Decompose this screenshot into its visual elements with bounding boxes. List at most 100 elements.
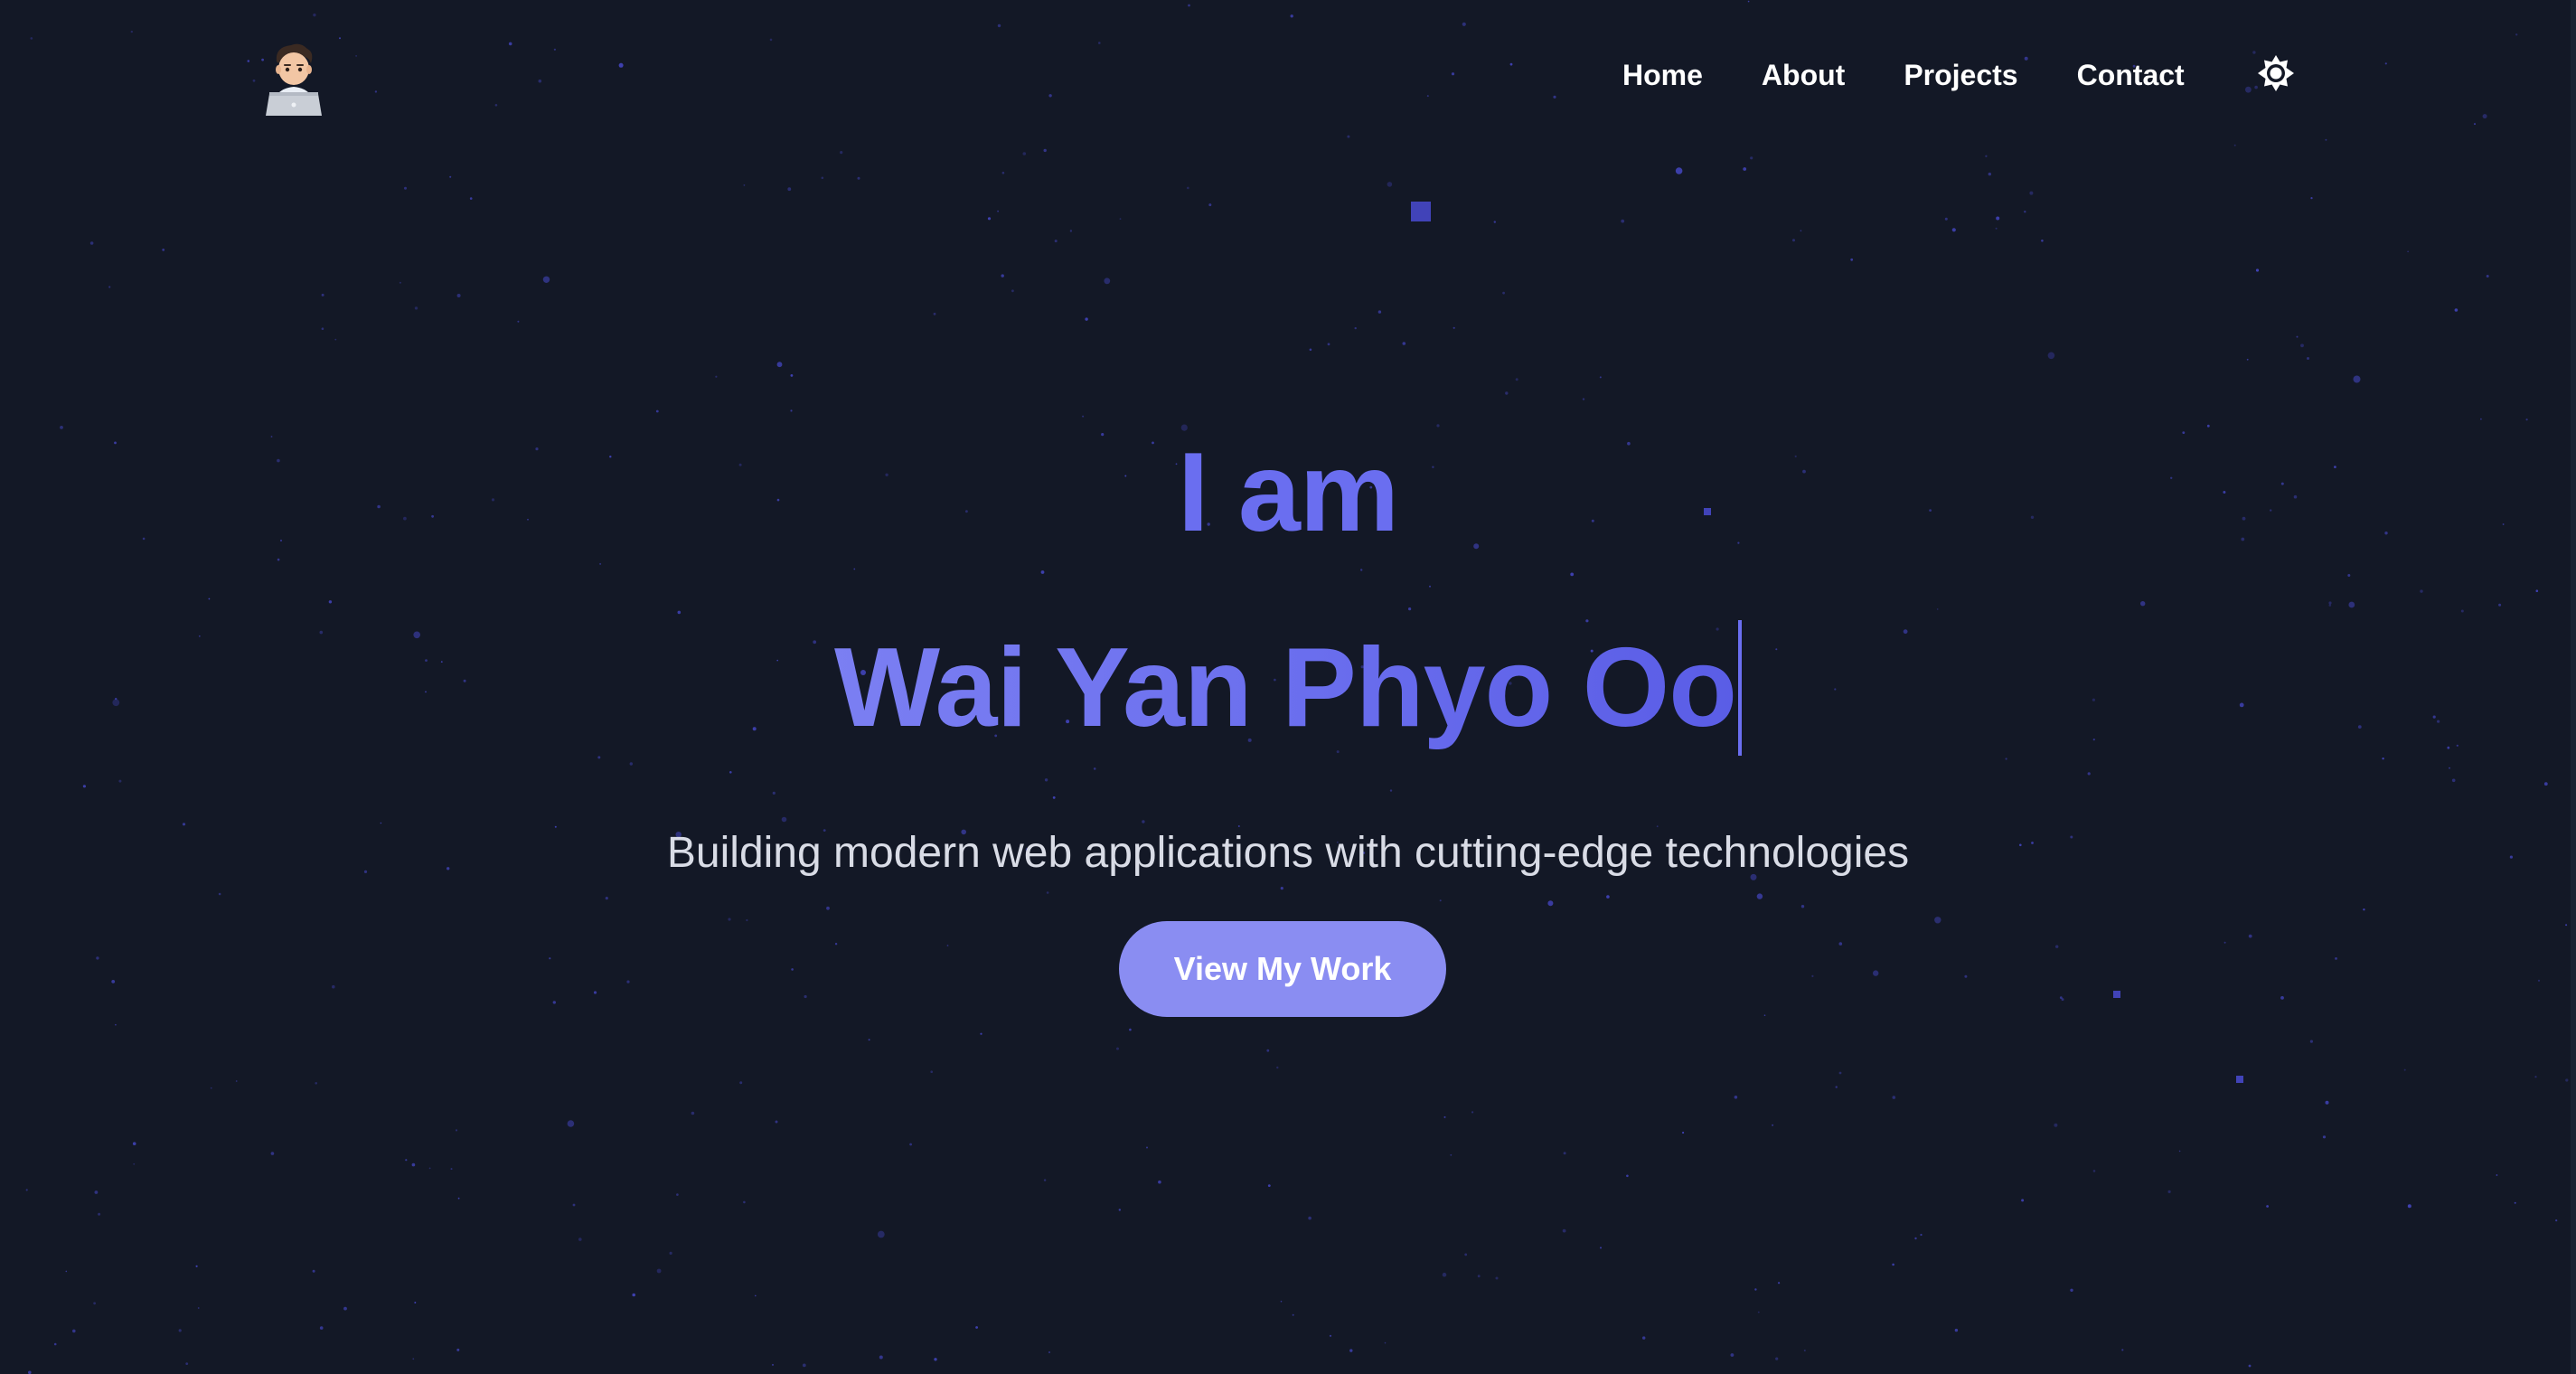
star-dot [195, 1265, 198, 1267]
star-dot [542, 276, 550, 283]
star-dot [1040, 570, 1045, 574]
star-dot [1477, 1275, 1481, 1278]
star-dot [319, 1326, 324, 1330]
star-dot [1996, 216, 2000, 221]
star-dot [2266, 1205, 2270, 1208]
star-dot [2335, 957, 2337, 960]
star-dot [343, 1306, 347, 1311]
view-my-work-button[interactable]: View My Work [1119, 921, 1446, 1017]
typing-caret [1737, 620, 1742, 756]
star-dot [82, 785, 86, 788]
star-dot [312, 1269, 315, 1273]
decorative-square [2236, 1076, 2243, 1083]
star-dot [1599, 376, 1602, 379]
memoji-laptop-avatar-icon [266, 43, 322, 116]
star-dot [2021, 1199, 2025, 1202]
star-dot [1292, 1313, 1294, 1316]
star-dot [2460, 609, 2464, 613]
star-dot [605, 897, 608, 900]
star-dot [1873, 970, 1879, 976]
star-dot [1001, 171, 1005, 174]
star-dot [775, 1120, 778, 1124]
star-dot [1267, 1184, 1271, 1187]
star-dot [2498, 603, 2502, 607]
star-dot [1054, 240, 1058, 243]
star-dot [2382, 758, 2384, 760]
star-dot [2534, 1076, 2537, 1078]
star-dot [2403, 1068, 2406, 1071]
star-dot [2248, 934, 2252, 938]
star-dot [578, 1238, 582, 1241]
star-dot [414, 1302, 417, 1303]
star-dot [987, 217, 992, 221]
star-dot [2296, 335, 2299, 338]
star-dot [1360, 569, 1363, 571]
star-dot [934, 1358, 937, 1361]
star-dot [53, 1342, 57, 1346]
star-dot [1043, 1179, 1047, 1181]
star-dot [1453, 326, 1455, 329]
star-dot [115, 1023, 117, 1026]
star-dot [1276, 1066, 1279, 1069]
star-dot [210, 1087, 212, 1089]
nav-link-projects[interactable]: Projects [1904, 59, 2017, 92]
star-dot [781, 816, 787, 823]
star-dot [930, 1070, 933, 1073]
star-dot [1450, 1153, 1453, 1156]
star-dot [1142, 820, 1145, 823]
star-dot [455, 1129, 458, 1132]
scrollbar[interactable] [2571, 0, 2576, 1374]
star-dot [1429, 585, 1431, 588]
logo[interactable] [264, 42, 324, 116]
nav-link-contact[interactable]: Contact [2077, 59, 2185, 92]
star-dot [405, 1159, 408, 1162]
star-dot [1515, 378, 1518, 381]
star-dot [2353, 375, 2361, 383]
star-dot [89, 241, 94, 245]
star-dot [746, 918, 748, 922]
star-dot [380, 822, 382, 824]
star-dot [132, 1142, 136, 1145]
star-dot [1464, 1253, 1468, 1256]
star-dot [1389, 789, 1393, 792]
star-dot [428, 1167, 431, 1170]
star-dot [94, 1190, 99, 1194]
star-dot [909, 1143, 912, 1146]
star-dot [2041, 240, 2044, 242]
nav-link-about[interactable]: About [1762, 59, 1845, 92]
star-dot [1085, 317, 1088, 321]
star-dot [1838, 942, 1843, 946]
star-dot [2005, 758, 2007, 760]
star-dot [743, 1200, 746, 1204]
decorative-square [1411, 202, 1431, 221]
star-dot [1266, 1049, 1270, 1052]
star-dot [2255, 268, 2260, 272]
theme-toggle-button[interactable] [2257, 54, 2295, 92]
star-dot [1116, 1047, 1119, 1050]
star-dot [1792, 239, 1795, 242]
star-dot [975, 1326, 978, 1329]
star-dot [1951, 228, 1956, 232]
sun-icon [2258, 55, 2294, 91]
star-dot [1069, 230, 1073, 232]
star-dot [772, 1363, 774, 1366]
star-dot [1730, 1353, 1735, 1357]
star-dot [1208, 203, 1212, 207]
star-dot [676, 1193, 679, 1196]
star-dot [946, 945, 949, 946]
star-dot [2092, 1170, 2096, 1172]
star-dot [404, 186, 407, 190]
star-dot [1044, 778, 1048, 782]
star-dot [1001, 274, 1004, 278]
star-dot [1750, 156, 1753, 160]
star-dot [629, 762, 633, 766]
star-dot [1129, 1028, 1132, 1031]
star-dot [1936, 608, 1939, 610]
hero-name: Wai Yan Phyo Oo [834, 626, 1737, 750]
nav-link-home[interactable]: Home [1622, 59, 1703, 92]
star-dot [1944, 217, 1948, 221]
star-dot [2140, 601, 2146, 607]
star-dot [334, 338, 337, 341]
star-dot [728, 918, 731, 921]
star-dot [2328, 601, 2332, 605]
